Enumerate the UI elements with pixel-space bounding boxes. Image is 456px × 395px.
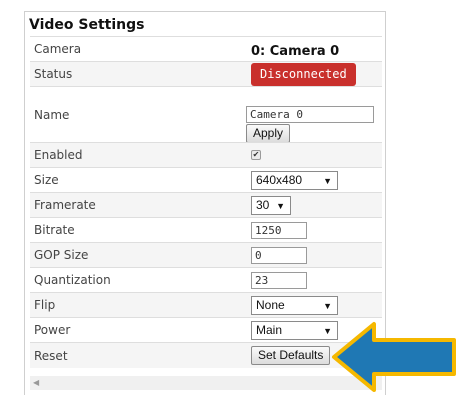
- enabled-checkbox[interactable]: ✔: [251, 150, 261, 160]
- status-badge: Disconnected: [251, 62, 356, 86]
- chevron-down-icon: ▼: [323, 175, 332, 186]
- row-quantization: Quantization 23: [30, 267, 382, 292]
- framerate-value: 30: [256, 197, 270, 212]
- enabled-label: Enabled: [34, 148, 83, 162]
- chevron-down-icon: ▼: [323, 300, 332, 311]
- flip-select[interactable]: None ▼: [251, 295, 338, 315]
- row-gop-size: GOP Size 0: [30, 242, 382, 267]
- camera-value: 0: Camera 0: [251, 43, 340, 59]
- power-value: Main: [256, 322, 283, 337]
- flip-label: Flip: [34, 298, 56, 312]
- bitrate-label: Bitrate: [34, 223, 75, 237]
- row-name: Name Camera 0 Apply: [30, 86, 382, 143]
- reset-label: Reset: [34, 348, 68, 363]
- annotation-arrow: [332, 322, 456, 392]
- size-select[interactable]: 640x480 ▼: [251, 170, 338, 190]
- gop-size-label: GOP Size: [34, 248, 89, 262]
- framerate-label: Framerate: [34, 198, 96, 212]
- power-label: Power: [34, 323, 71, 337]
- status-label: Status: [34, 67, 73, 81]
- camera-name-input[interactable]: Camera 0: [246, 106, 374, 123]
- row-bitrate: Bitrate 1250: [30, 217, 382, 242]
- row-framerate: Framerate 30 ▼: [30, 192, 382, 217]
- size-value: 640x480: [256, 172, 303, 187]
- row-camera: Camera 0: Camera 0: [30, 36, 382, 61]
- camera-label: Camera: [34, 42, 82, 56]
- panel-title: Video Settings: [29, 17, 145, 33]
- name-label: Name: [34, 107, 70, 122]
- power-select[interactable]: Main ▼: [251, 320, 338, 340]
- quantization-label: Quantization: [34, 273, 111, 287]
- apply-button[interactable]: Apply: [246, 124, 291, 143]
- arrow-left-icon: [332, 322, 456, 392]
- row-flip: Flip None ▼: [30, 292, 382, 317]
- framerate-select[interactable]: 30 ▼: [251, 195, 291, 215]
- flip-value: None: [256, 297, 285, 312]
- size-label: Size: [34, 173, 59, 187]
- row-status: Status Disconnected: [30, 61, 382, 86]
- chevron-down-icon: ▼: [276, 200, 285, 211]
- set-defaults-button[interactable]: Set Defaults: [251, 346, 331, 365]
- row-size: Size 640x480 ▼: [30, 167, 382, 192]
- checkmark-icon: ✔: [252, 150, 260, 159]
- row-enabled: Enabled ✔: [30, 142, 382, 167]
- scroll-left-icon[interactable]: ◀: [33, 376, 39, 390]
- gop-size-input[interactable]: 0: [251, 246, 307, 264]
- bitrate-input[interactable]: 1250: [251, 221, 307, 239]
- quantization-input[interactable]: 23: [251, 271, 307, 289]
